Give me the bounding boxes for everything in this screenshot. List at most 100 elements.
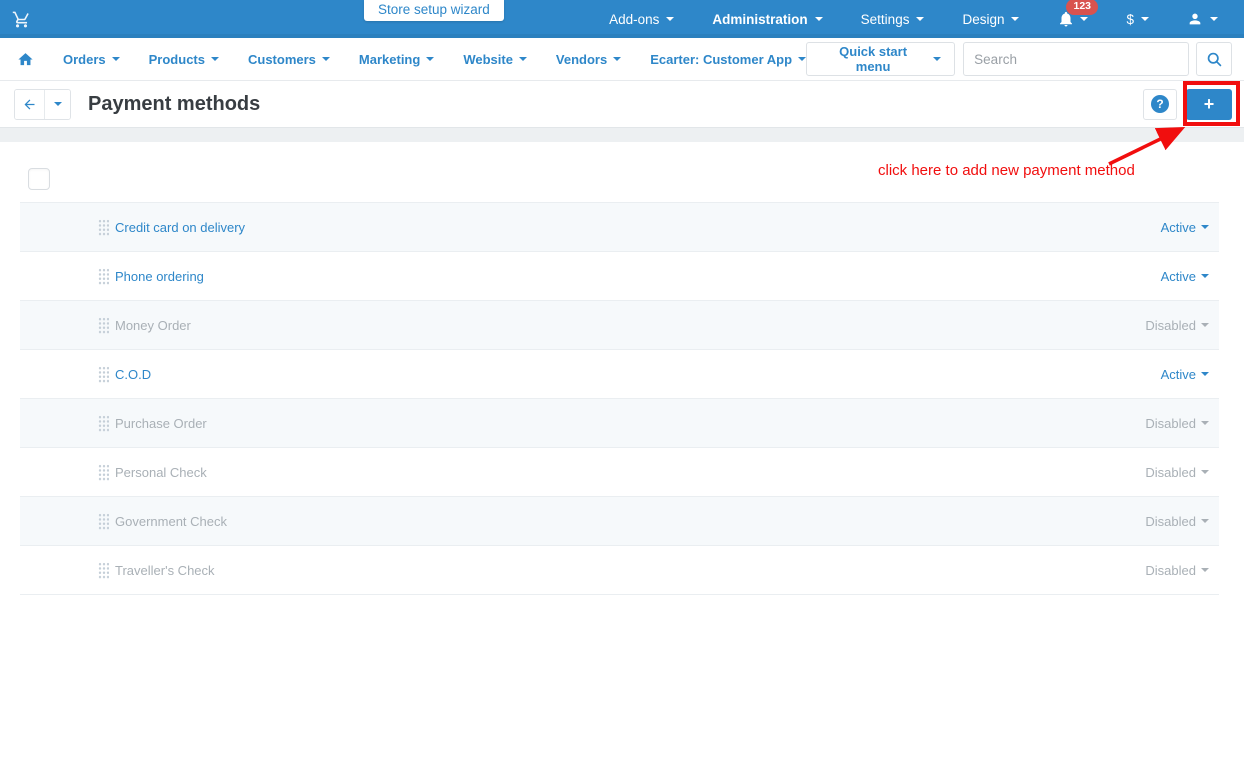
drag-handle-icon[interactable]	[98, 415, 109, 432]
nav-item-website[interactable]: Website	[463, 52, 527, 67]
payment-method-row: Purchase Order Disabled	[20, 399, 1219, 448]
drag-handle-icon[interactable]	[98, 366, 109, 383]
payment-method-row: Credit card on delivery Active	[20, 203, 1219, 252]
payment-method-link[interactable]: Personal Check	[115, 465, 207, 480]
payment-method-row: Traveller's Check Disabled	[20, 546, 1219, 595]
payment-method-row: Phone ordering Active	[20, 252, 1219, 301]
nav-item-orders[interactable]: Orders	[63, 52, 120, 67]
menu-settings-label: Settings	[861, 12, 910, 27]
status-dropdown[interactable]: Active	[1161, 367, 1209, 382]
status-dropdown[interactable]: Disabled	[1145, 416, 1209, 431]
caret-down-icon	[519, 57, 527, 61]
payment-method-link[interactable]: Traveller's Check	[115, 563, 215, 578]
nav-item-products[interactable]: Products	[149, 52, 219, 67]
payment-method-link[interactable]: Phone ordering	[115, 269, 204, 284]
caret-down-icon	[1201, 470, 1209, 474]
status-dropdown[interactable]: Active	[1161, 269, 1209, 284]
payment-methods-list: Credit card on delivery Active Phone ord…	[20, 202, 1219, 595]
payment-method-link[interactable]: Money Order	[115, 318, 191, 333]
caret-down-icon	[1201, 519, 1209, 523]
nav-item-marketing[interactable]: Marketing	[359, 52, 434, 67]
home-button[interactable]	[17, 51, 34, 68]
user-icon	[1187, 11, 1203, 27]
nav-item-label: Website	[463, 52, 513, 67]
caret-down-icon	[613, 57, 621, 61]
payment-method-row: Money Order Disabled	[20, 301, 1219, 350]
caret-down-icon	[916, 17, 924, 21]
back-arrow-icon	[22, 97, 37, 112]
drag-handle-icon[interactable]	[98, 317, 109, 334]
status-dropdown[interactable]: Active	[1161, 220, 1209, 235]
caret-down-icon	[1201, 323, 1209, 327]
drag-handle-icon[interactable]	[98, 562, 109, 579]
drag-handle-icon[interactable]	[98, 219, 109, 236]
menu-administration-label: Administration	[712, 12, 807, 27]
caret-down-icon	[1210, 17, 1218, 21]
back-button[interactable]	[15, 90, 45, 119]
drag-handle-icon[interactable]	[98, 464, 109, 481]
payment-method-link[interactable]: C.O.D	[115, 367, 151, 382]
nav-item-label: Customers	[248, 52, 316, 67]
storefront-cart-icon[interactable]	[12, 10, 31, 29]
caret-down-icon	[666, 17, 674, 21]
nav-item-label: Vendors	[556, 52, 607, 67]
nav-right-tools: Quick start menu	[806, 42, 1232, 76]
status-label: Active	[1161, 269, 1196, 284]
caret-down-icon	[933, 57, 941, 61]
page-header-actions: ? +	[1143, 89, 1232, 120]
caret-down-icon	[211, 57, 219, 61]
drag-handle-icon[interactable]	[98, 268, 109, 285]
plus-icon: +	[1204, 95, 1215, 113]
caret-down-icon	[1201, 372, 1209, 376]
caret-down-icon	[1141, 17, 1149, 21]
status-label: Disabled	[1145, 514, 1196, 529]
notification-count-badge: 123	[1066, 0, 1098, 15]
status-dropdown[interactable]: Disabled	[1145, 465, 1209, 480]
status-label: Disabled	[1145, 465, 1196, 480]
nav-item-label: Ecarter: Customer App	[650, 52, 792, 67]
status-dropdown[interactable]: Disabled	[1145, 514, 1209, 529]
caret-down-icon	[798, 57, 806, 61]
status-label: Disabled	[1145, 318, 1196, 333]
back-history-dropdown[interactable]	[45, 90, 70, 119]
payment-method-row: Personal Check Disabled	[20, 448, 1219, 497]
caret-down-icon	[1080, 17, 1088, 21]
select-all-checkbox[interactable]	[28, 168, 50, 190]
payment-method-link[interactable]: Government Check	[115, 514, 227, 529]
caret-down-icon	[1201, 225, 1209, 229]
status-label: Active	[1161, 367, 1196, 382]
status-label: Active	[1161, 220, 1196, 235]
store-setup-wizard-button[interactable]: Store setup wizard	[364, 0, 504, 21]
back-button-group	[14, 89, 71, 120]
payment-method-row: C.O.D Active	[20, 350, 1219, 399]
payment-method-row: Government Check Disabled	[20, 497, 1219, 546]
quick-start-menu-button[interactable]: Quick start menu	[806, 42, 955, 76]
nav-item-vendors[interactable]: Vendors	[556, 52, 621, 67]
menu-addons-label: Add-ons	[609, 12, 659, 27]
top-admin-bar: Store setup wizard Add-ons Administratio…	[0, 0, 1244, 38]
caret-down-icon	[1201, 421, 1209, 425]
payment-method-link[interactable]: Credit card on delivery	[115, 220, 245, 235]
add-payment-method-button[interactable]: +	[1186, 89, 1232, 120]
menu-administration[interactable]: Administration	[712, 12, 822, 27]
status-dropdown[interactable]: Disabled	[1145, 318, 1209, 333]
status-label: Disabled	[1145, 563, 1196, 578]
menu-design[interactable]: Design	[962, 12, 1019, 27]
menu-settings[interactable]: Settings	[861, 12, 925, 27]
caret-down-icon	[112, 57, 120, 61]
nav-item-ecarter-customer-app[interactable]: Ecarter: Customer App	[650, 52, 806, 67]
search-button[interactable]	[1196, 42, 1232, 76]
menu-addons[interactable]: Add-ons	[609, 12, 674, 27]
currency-menu[interactable]: $	[1126, 12, 1149, 27]
nav-item-customers[interactable]: Customers	[248, 52, 330, 67]
page-header: Payment methods ? +	[0, 81, 1244, 128]
topbar-menu: Add-ons Administration Settings Design 1…	[609, 10, 1244, 28]
help-button[interactable]: ?	[1143, 89, 1177, 120]
user-account-menu[interactable]	[1187, 11, 1218, 27]
drag-handle-icon[interactable]	[98, 513, 109, 530]
notifications-button[interactable]: 123	[1057, 10, 1088, 28]
status-dropdown[interactable]: Disabled	[1145, 563, 1209, 578]
header-separator	[0, 128, 1244, 142]
payment-method-link[interactable]: Purchase Order	[115, 416, 207, 431]
search-input[interactable]	[963, 42, 1189, 76]
